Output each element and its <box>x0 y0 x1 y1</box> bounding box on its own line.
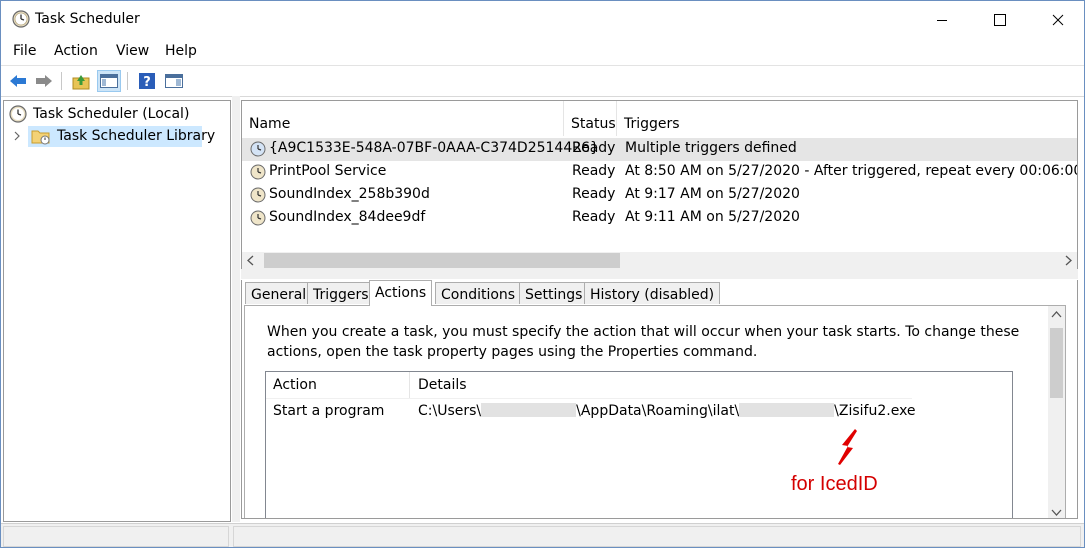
tab-general[interactable]: General <box>245 282 313 304</box>
help-icon: ? <box>139 73 155 90</box>
chevron-right-icon[interactable] <box>12 131 22 141</box>
column-header-triggers[interactable]: Triggers <box>617 101 1077 136</box>
column-header-status[interactable]: Status <box>564 101 617 136</box>
action-details-suffix: \Zisifu2.exe <box>834 403 916 419</box>
close-button[interactable] <box>1035 1 1081 39</box>
task-clock-icon <box>250 187 266 203</box>
toolbar: ? <box>1 65 1084 97</box>
show-hide-console-tree-button[interactable] <box>97 70 121 92</box>
help-button[interactable]: ? <box>136 71 158 91</box>
annotation-arrow-icon <box>838 429 857 465</box>
minimize-button[interactable] <box>919 1 965 39</box>
tree-child-label: Task Scheduler Library <box>57 128 216 144</box>
vertical-scroll-thumb[interactable] <box>1050 328 1063 398</box>
task-clock-icon <box>250 210 266 226</box>
task-name: {A9C1533E-548A-07BF-0AAA-C374D2514426} <box>269 140 599 156</box>
minimize-icon <box>937 20 947 21</box>
console-tree: Task Scheduler (Local) Task Scheduler Li… <box>3 100 231 522</box>
tab-triggers[interactable]: Triggers <box>307 282 375 304</box>
up-folder-icon <box>72 75 90 90</box>
svg-text:?: ? <box>143 75 151 90</box>
action-details: C:\Users\ \AppData\Roaming\ilat\ \Zisifu2.… <box>418 403 916 419</box>
column-header-action[interactable]: Action <box>273 377 317 393</box>
folder-clock-icon <box>31 130 50 145</box>
scroll-up-icon[interactable] <box>1051 310 1062 320</box>
annotation-label: for IcedID <box>791 473 878 495</box>
task-triggers: Multiple triggers defined <box>625 140 797 156</box>
actions-description: When you create a task, you must specify… <box>267 324 1020 360</box>
task-triggers: At 9:11 AM on 5/27/2020 <box>625 209 800 225</box>
maximize-button[interactable] <box>977 1 1023 39</box>
back-button[interactable] <box>7 71 29 91</box>
action-details-middle: \AppData\Roaming\ilat\ <box>576 403 740 419</box>
task-row[interactable]: SoundIndex_84dee9df Ready At 9:11 AM on … <box>242 207 1077 230</box>
task-clock-icon <box>250 164 266 180</box>
task-triggers: At 8:50 AM on 5/27/2020 - After triggere… <box>625 163 1078 179</box>
action-details-prefix: C:\Users\ <box>418 403 482 419</box>
scroll-left-icon[interactable] <box>246 255 256 266</box>
status-bar <box>1 523 1084 547</box>
task-row[interactable]: SoundIndex_258b390d Ready At 9:17 AM on … <box>242 184 1077 207</box>
tree-item-task-scheduler-library[interactable]: Task Scheduler Library <box>4 126 230 147</box>
task-name: SoundIndex_84dee9df <box>269 209 426 225</box>
back-icon <box>10 75 26 87</box>
action-row[interactable]: Start a program C:\Users\ \AppData\Roamin… <box>266 399 1012 423</box>
tab-actions[interactable]: Actions <box>369 280 433 306</box>
task-row[interactable]: PrintPool Service Ready At 8:50 AM on 5/… <box>242 161 1077 184</box>
task-list: Name Status Triggers {A9C1533E-548A-07BF… <box>241 100 1078 270</box>
redacted-folder <box>739 403 835 417</box>
task-scheduler-window: Task Scheduler File Action View Help ? T… <box>0 0 1085 548</box>
horizontal-scrollbar[interactable] <box>242 252 1077 269</box>
task-status: Ready <box>572 186 616 202</box>
status-cell <box>3 526 229 547</box>
menu-bar: File Action View Help <box>1 39 1084 64</box>
toolbar-separator <box>61 72 62 90</box>
menu-help[interactable]: Help <box>165 43 197 59</box>
tab-history[interactable]: History (disabled) <box>584 282 721 304</box>
tab-conditions[interactable]: Conditions <box>435 282 522 304</box>
scroll-right-icon[interactable] <box>1063 255 1073 266</box>
show-hide-action-pane-button[interactable] <box>163 71 185 91</box>
menu-action[interactable]: Action <box>54 43 98 59</box>
tab-settings[interactable]: Settings <box>519 282 589 304</box>
close-icon <box>1052 14 1064 26</box>
title-bar[interactable]: Task Scheduler <box>1 1 1084 39</box>
action-type: Start a program <box>273 403 385 419</box>
column-header-name[interactable]: Name <box>242 101 564 136</box>
toolbar-separator <box>127 72 128 90</box>
column-header-details[interactable]: Details <box>418 377 467 393</box>
vertical-scrollbar[interactable] <box>1048 306 1065 518</box>
actions-list-header: Action Details <box>266 372 912 399</box>
task-row[interactable]: {A9C1533E-548A-07BF-0AAA-C374D2514426} R… <box>242 138 1077 161</box>
horizontal-splitter[interactable] <box>241 269 1078 279</box>
task-name: PrintPool Service <box>269 163 387 179</box>
task-name: SoundIndex_258b390d <box>269 186 430 202</box>
tree-root-label: Task Scheduler (Local) <box>33 106 190 122</box>
task-status: Ready <box>572 140 616 156</box>
task-triggers: At 9:17 AM on 5/27/2020 <box>625 186 800 202</box>
actions-tab-body: When you create a task, you must specify… <box>244 305 1066 518</box>
show-hide-action-pane-icon <box>165 74 183 88</box>
pane-splitter[interactable] <box>232 96 240 522</box>
up-folder-button[interactable] <box>70 71 92 91</box>
status-cell <box>233 526 1081 547</box>
task-status: Ready <box>572 209 616 225</box>
menu-view[interactable]: View <box>116 43 149 59</box>
task-status: Ready <box>572 163 616 179</box>
scroll-down-icon[interactable] <box>1051 507 1062 517</box>
maximize-icon <box>994 14 1006 26</box>
task-clock-icon <box>250 141 266 157</box>
forward-button[interactable] <box>33 71 55 91</box>
redacted-username <box>481 403 577 417</box>
task-scheduler-clock-icon <box>9 105 27 123</box>
forward-icon <box>36 75 52 87</box>
show-hide-console-tree-icon <box>100 74 118 88</box>
task-scheduler-clock-icon <box>12 10 30 28</box>
horizontal-scroll-thumb[interactable] <box>264 253 620 268</box>
window-title: Task Scheduler <box>35 11 140 27</box>
task-properties-pane: General Triggers Actions Conditions Sett… <box>241 280 1078 519</box>
menu-file[interactable]: File <box>13 43 36 59</box>
actions-list: Action Details Start a program C:\Users\… <box>265 371 1013 518</box>
tree-item-task-scheduler-local[interactable]: Task Scheduler (Local) <box>4 104 230 125</box>
